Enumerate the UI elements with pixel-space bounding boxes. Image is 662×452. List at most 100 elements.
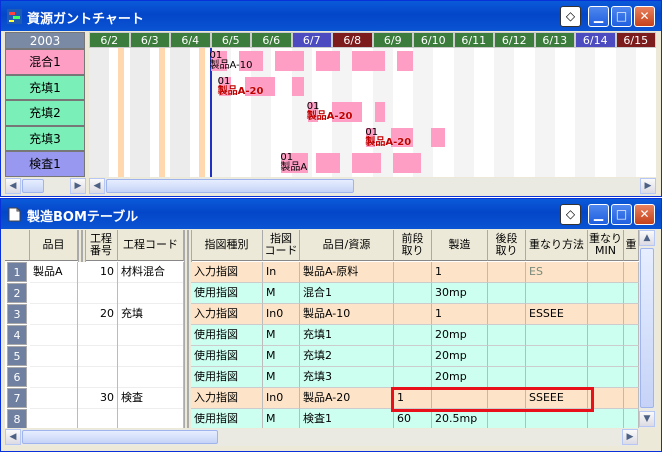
column-header[interactable]: 指図種別 — [191, 230, 263, 261]
cell-code[interactable]: In0 — [263, 388, 300, 409]
day-header[interactable]: 6/12 — [494, 32, 535, 48]
cell-res[interactable]: 充填1 — [300, 325, 394, 346]
resource-label[interactable]: 充填1 — [5, 74, 85, 100]
column-header[interactable]: 製造 — [432, 230, 488, 261]
column-header[interactable]: 後段 取り — [488, 230, 526, 261]
cell-pre[interactable] — [394, 262, 432, 283]
cell-code[interactable]: M — [263, 283, 300, 304]
close-button[interactable]: ✕ — [634, 204, 655, 225]
column-header[interactable]: 重 — [624, 230, 639, 261]
task-bar-segment[interactable] — [315, 153, 341, 173]
day-header[interactable]: 6/5 — [210, 32, 251, 48]
cell-res[interactable]: 製品A-原料 — [300, 262, 394, 283]
cell-kind[interactable]: 入力指図 — [191, 304, 263, 325]
day-header[interactable]: 6/11 — [453, 32, 494, 48]
cell-code[interactable]: M — [263, 367, 300, 388]
task-bar-segment[interactable] — [392, 153, 422, 173]
cell-min[interactable] — [588, 325, 624, 346]
column-header[interactable]: 工程コード — [118, 230, 184, 261]
cell-pnum[interactable] — [85, 367, 118, 388]
column-header[interactable]: 工程 番号 — [85, 230, 118, 261]
cell-mfg[interactable]: 1 — [432, 304, 488, 325]
row-number[interactable]: 6 — [7, 367, 27, 387]
cell-code[interactable]: M — [263, 346, 300, 367]
cell-pre[interactable] — [394, 304, 432, 325]
resource-label[interactable]: 充填2 — [5, 100, 85, 126]
column-header[interactable]: 品目/資源 — [300, 230, 394, 261]
cell-pnum[interactable]: 10 — [85, 262, 118, 283]
scroll-thumb[interactable] — [640, 248, 654, 408]
column-header[interactable]: 重なり MIN — [588, 230, 624, 261]
gantt-titlebar[interactable]: 資源ガントチャート ◇ ▁ □ ✕ — [1, 1, 661, 31]
cell-item[interactable]: 製品A — [30, 262, 78, 283]
diamond-option-button[interactable]: ◇ — [560, 204, 581, 225]
bom-titlebar[interactable]: 製造BOMテーブル ◇ ▁ □ ✕ — [1, 199, 661, 229]
day-header[interactable]: 6/10 — [413, 32, 454, 48]
cell-pcode[interactable]: 充填 — [118, 304, 184, 325]
cell-x[interactable] — [624, 325, 639, 346]
column-header[interactable]: 品目 — [30, 230, 78, 261]
scroll-down-button[interactable]: ▼ — [639, 411, 655, 427]
cell-item[interactable] — [30, 325, 78, 346]
day-header[interactable]: 6/3 — [129, 32, 170, 48]
column-header[interactable]: 重なり方法 — [526, 230, 588, 261]
cell-code[interactable]: In — [263, 262, 300, 283]
scroll-thumb[interactable] — [22, 179, 44, 193]
row-number[interactable]: 2 — [7, 283, 27, 303]
cell-pcode[interactable]: 材料混合 — [118, 262, 184, 283]
cell-mfg[interactable]: 30mp — [432, 283, 488, 304]
row-number[interactable]: 3 — [7, 304, 27, 324]
day-header[interactable]: 6/4 — [170, 32, 211, 48]
cell-res[interactable]: 充填3 — [300, 367, 394, 388]
cell-pnum[interactable] — [85, 346, 118, 367]
day-header[interactable]: 6/9 — [372, 32, 413, 48]
cell-pre[interactable] — [394, 325, 432, 346]
cell-item[interactable] — [30, 388, 78, 409]
minimize-button[interactable]: ▁ — [588, 6, 609, 27]
cell-res[interactable]: 検査1 — [300, 409, 394, 428]
cell-x[interactable] — [624, 262, 639, 283]
cell-x[interactable] — [624, 283, 639, 304]
cell-pnum[interactable] — [85, 325, 118, 346]
cell-post[interactable] — [488, 325, 526, 346]
task-bar-segment[interactable] — [291, 76, 304, 96]
resource-label[interactable]: 混合1 — [5, 49, 85, 75]
maximize-button[interactable]: □ — [611, 204, 632, 225]
cell-kind[interactable]: 使用指図 — [191, 283, 263, 304]
cell-item[interactable] — [30, 304, 78, 325]
close-button[interactable]: ✕ — [634, 6, 655, 27]
cell-post[interactable] — [488, 262, 526, 283]
cell-x[interactable] — [624, 367, 639, 388]
bom-hscrollbar[interactable]: ◀ ▶ — [5, 429, 639, 446]
day-header[interactable]: 6/13 — [534, 32, 575, 48]
cell-res[interactable]: 混合1 — [300, 283, 394, 304]
diamond-option-button[interactable]: ◇ — [560, 6, 581, 27]
cell-pcode[interactable] — [118, 346, 184, 367]
cell-mfg[interactable]: 20mp — [432, 325, 488, 346]
task-bar-segment[interactable] — [352, 153, 381, 173]
row-number[interactable]: 1 — [7, 262, 27, 282]
cell-x[interactable] — [624, 346, 639, 367]
resource-hscrollbar[interactable]: ◀ ▶ — [5, 178, 86, 195]
cell-item[interactable] — [30, 367, 78, 388]
day-header[interactable]: 6/8 — [332, 32, 373, 48]
cell-pcode[interactable]: 検査 — [118, 388, 184, 409]
cell-method[interactable] — [526, 346, 588, 367]
cell-mfg[interactable]: 20mp — [432, 367, 488, 388]
day-header[interactable]: 6/6 — [251, 32, 292, 48]
cell-res[interactable]: 製品A-10 — [300, 304, 394, 325]
cell-kind[interactable]: 使用指図 — [191, 409, 263, 428]
maximize-button[interactable]: □ — [611, 6, 632, 27]
day-header[interactable]: 6/14 — [575, 32, 616, 48]
scroll-thumb[interactable] — [22, 430, 218, 444]
task-bar-segment[interactable] — [374, 102, 385, 122]
day-header[interactable]: 6/2 — [89, 32, 130, 48]
task-bar-segment[interactable] — [431, 127, 446, 147]
cell-min[interactable] — [588, 304, 624, 325]
gantt-hscrollbar[interactable]: ◀ ▶ — [89, 178, 656, 195]
cell-post[interactable] — [488, 367, 526, 388]
cell-x[interactable] — [624, 388, 639, 409]
scroll-left-button[interactable]: ◀ — [5, 178, 21, 194]
cell-pcode[interactable] — [118, 283, 184, 304]
cell-min[interactable] — [588, 262, 624, 283]
